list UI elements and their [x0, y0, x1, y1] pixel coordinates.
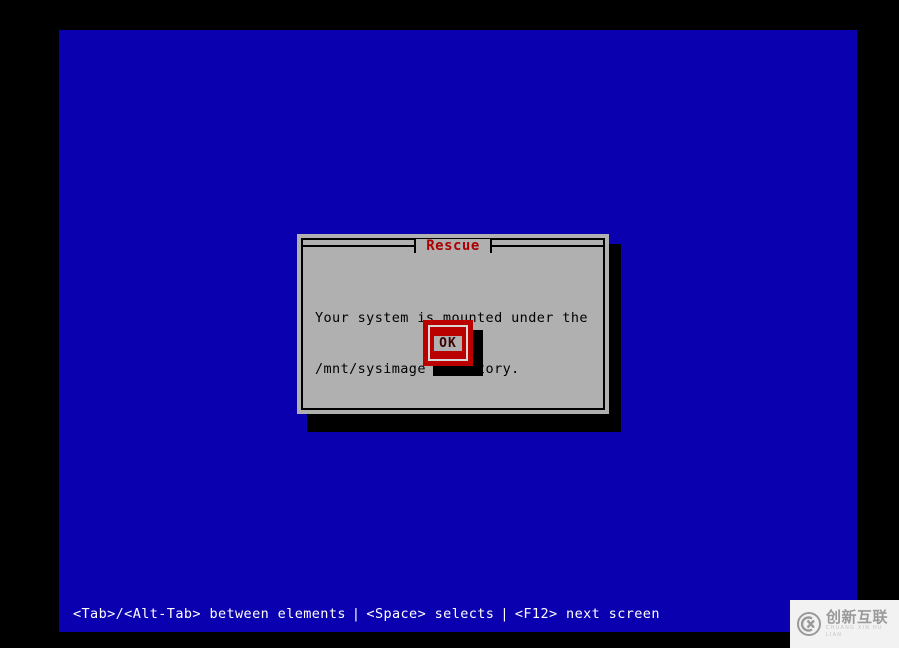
dialog-title-bar: Rescue	[303, 237, 604, 255]
title-rule-left	[303, 239, 417, 253]
watermark: 创新互联 CHUANG XIN HU LIAN	[790, 600, 899, 648]
dialog-inner-frame: Rescue Your system is mounted under the …	[301, 238, 605, 410]
watermark-text: 创新互联 CHUANG XIN HU LIAN	[826, 609, 899, 639]
screen-root: Rescue Your system is mounted under the …	[0, 0, 899, 648]
watermark-latin-text: CHUANG XIN HU LIAN	[826, 625, 883, 638]
console-viewport: Rescue Your system is mounted under the …	[59, 30, 857, 632]
watermark-chinese-text: 创新互联	[826, 608, 889, 626]
status-hint-tab: <Tab>/<Alt-Tab> between elements	[73, 606, 346, 622]
ok-button-focus-frame: OK	[428, 325, 468, 361]
status-separator-1: |	[351, 606, 361, 622]
status-hint-f12: <F12> next screen	[514, 606, 660, 622]
rescue-dialog: Rescue Your system is mounted under the …	[297, 234, 609, 414]
status-separator-2: |	[500, 606, 509, 622]
ok-button[interactable]: OK	[423, 320, 473, 366]
ok-button-label: OK	[434, 335, 462, 351]
ok-button-wrapper: OK	[423, 320, 483, 378]
status-hint-space: <Space> selects	[366, 606, 495, 622]
dialog-title: Rescue	[416, 239, 490, 253]
title-rule-right	[489, 239, 604, 253]
cx-circle-logo-icon	[797, 612, 821, 636]
status-bar: <Tab>/<Alt-Tab> between elements | <Space>…	[59, 606, 857, 622]
